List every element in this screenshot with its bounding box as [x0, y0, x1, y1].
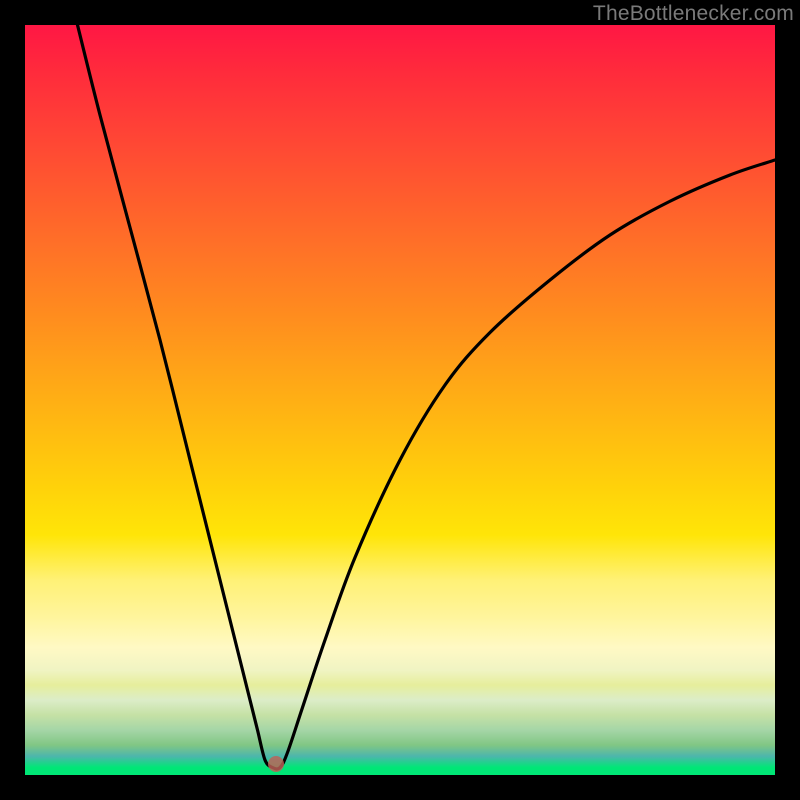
watermark-text: TheBottlenecker.com — [593, 2, 794, 26]
optimum-marker-dot — [268, 756, 284, 772]
bottleneck-curve — [25, 25, 775, 775]
chart-container — [25, 25, 775, 775]
